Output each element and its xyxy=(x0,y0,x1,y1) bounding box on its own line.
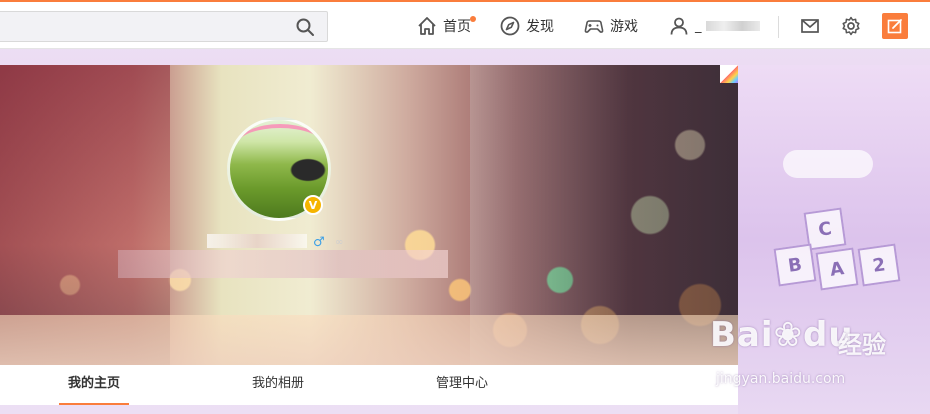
nav-discover-label: 发现 xyxy=(526,19,554,35)
mail-icon[interactable] xyxy=(799,15,821,37)
gear-icon[interactable] xyxy=(840,15,862,37)
watermark-cn: 经验 xyxy=(838,331,886,359)
watermark-brand: Bai❀du xyxy=(710,315,854,355)
nav-games-label: 游戏 xyxy=(610,19,638,35)
nav-home-label: 首页 xyxy=(443,19,471,35)
profile-name xyxy=(207,233,307,249)
cover-decoration xyxy=(0,315,738,365)
cloud-decoration xyxy=(783,150,873,178)
nav-discover[interactable]: 发现 xyxy=(499,14,554,38)
tab-my-home[interactable]: 我的主页 xyxy=(59,365,129,405)
profile-tabs: 我的主页 我的相册 管理中心 xyxy=(0,365,738,405)
letter-block: 2 xyxy=(857,243,901,287)
member-icon[interactable]: ∞ xyxy=(335,237,349,248)
user-icon xyxy=(670,17,688,35)
nav-user[interactable]: _ xyxy=(668,14,760,38)
baidu-jingyan-watermark: Bai❀du 经验 jingyan.baidu.com xyxy=(710,315,920,395)
username-redacted xyxy=(705,21,760,31)
nav-home[interactable]: 首页 xyxy=(416,14,471,38)
tab-my-album[interactable]: 我的相册 xyxy=(243,365,313,405)
home-icon xyxy=(418,17,436,35)
letter-block: A xyxy=(815,247,859,291)
profile-bio-redacted xyxy=(118,250,448,278)
search-input[interactable] xyxy=(3,16,283,38)
compose-icon xyxy=(887,19,902,34)
notification-dot xyxy=(470,16,476,22)
search-icon[interactable] xyxy=(295,17,315,37)
profile-cover: V ♂ ∞ xyxy=(0,65,738,365)
watermark-brand-text: Bai xyxy=(710,315,774,355)
nav-divider xyxy=(778,16,779,38)
watermark-url: jingyan.baidu.com xyxy=(716,371,846,387)
letter-block: B xyxy=(773,243,817,287)
compass-icon xyxy=(500,16,520,36)
cover-template-tag[interactable] xyxy=(720,65,738,83)
gamepad-icon xyxy=(584,20,604,33)
nav-games[interactable]: 游戏 xyxy=(583,14,638,38)
username-prefix: _ xyxy=(695,18,702,34)
top-nav-bar: 首页 发现 游戏 _ xyxy=(0,0,930,49)
letter-blocks: C B A 2 xyxy=(756,207,906,295)
avatar-decoration xyxy=(238,124,322,164)
search-box[interactable] xyxy=(0,11,328,42)
verified-badge[interactable]: V xyxy=(303,195,323,215)
tab-management[interactable]: 管理中心 xyxy=(427,365,497,405)
compose-button[interactable] xyxy=(882,13,908,39)
profile-name-redacted xyxy=(207,234,307,248)
gender-male-icon: ♂ xyxy=(313,235,325,250)
paw-icon: ❀ xyxy=(773,315,804,355)
